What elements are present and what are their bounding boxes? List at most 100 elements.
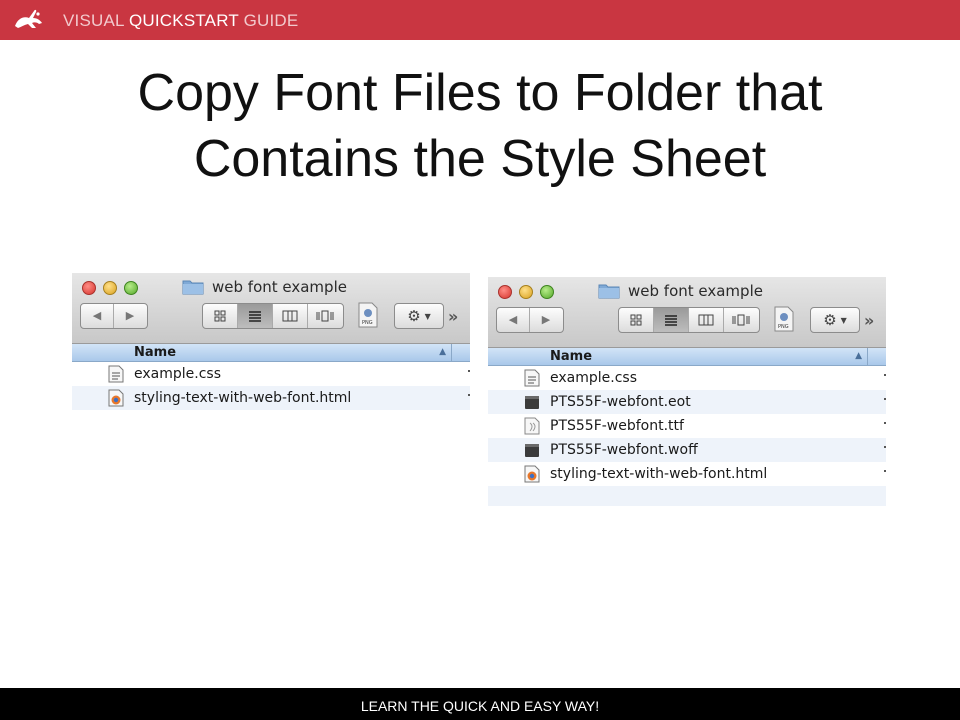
row-marker [884,422,886,424]
ttf-file-icon [524,417,540,435]
icon-view-button[interactable] [203,304,238,328]
icon-view-button[interactable] [619,308,654,332]
column-divider [451,344,452,361]
file-name: PTS55F-webfont.woff [550,442,698,458]
brand-word-guide: GUIDE [243,11,299,30]
view-mode-buttons [618,307,760,333]
column-view-icon [282,310,298,322]
forward-arrow-icon: ▶ [541,313,551,326]
file-list: example.css PTS55F-webfont.eot PTS55F-we… [488,366,886,506]
dropdown-arrow-icon: ▼ [424,311,431,321]
css-file-icon [108,365,124,383]
window-title: web font example [598,281,763,301]
action-menu-button[interactable]: ⚙ ▼ [810,307,860,333]
list-view-icon [665,315,677,326]
rabbit-logo-icon [15,9,42,28]
brand-name: VISUAL QUICKSTART GUIDE [63,11,298,31]
finder-window-before: web font example ◀ ▶ PNG ⚙ ▼ » Name ▲ ex… [72,273,470,431]
folder-icon [182,280,204,295]
row-marker [468,370,470,372]
font-file-icon [525,396,539,409]
view-mode-buttons [202,303,344,329]
cover-flow-icon [732,314,750,326]
slide-title: Copy Font Files to Folder that Contains … [0,60,960,192]
back-forward-buttons: ◀ ▶ [496,307,564,333]
list-view-icon [249,311,261,322]
row-marker [884,398,886,400]
minimize-window-button[interactable] [519,285,533,299]
window-title: web font example [182,277,347,297]
close-window-button[interactable] [82,281,96,295]
column-header-label: Name [550,349,593,364]
toolbar-overflow-icon[interactable]: » [448,307,458,326]
file-name: PTS55F-webfont.ttf [550,418,684,434]
file-row[interactable]: styling-text-with-web-font.html [72,386,470,410]
file-row[interactable]: styling-text-with-web-font.html [488,462,886,486]
row-marker [884,446,886,448]
window-toolbar: web font example ◀ ▶ PNG ⚙ ▼ » [488,277,886,348]
zoom-window-button[interactable] [540,285,554,299]
row-marker [884,374,886,376]
file-name: example.css [550,370,637,386]
css-file-icon [524,369,540,387]
minimize-window-button[interactable] [103,281,117,295]
toolbar-overflow-icon[interactable]: » [864,311,874,330]
window-title-text: web font example [212,278,347,296]
file-row[interactable]: PTS55F-webfont.woff [488,438,886,462]
cover-flow-icon [316,310,334,322]
column-header-label: Name [134,345,177,360]
file-row[interactable]: example.css [488,366,886,390]
icon-view-icon [214,310,226,322]
file-name: styling-text-with-web-font.html [134,390,352,406]
row-marker [884,470,886,472]
name-column-header[interactable]: Name ▲ [488,348,886,366]
file-name: example.css [134,366,221,382]
gear-icon: ⚙ [407,307,421,325]
file-row[interactable]: example.css [72,362,470,386]
column-view-button[interactable] [689,308,724,332]
list-view-button[interactable] [654,308,689,332]
column-view-icon [698,314,714,326]
forward-button[interactable]: ▶ [530,308,562,332]
brand-word-quickstart: QUICKSTART [128,11,239,30]
footer-bar: LEARN THE QUICK AND EASY WAY! [0,688,960,720]
file-name: styling-text-with-web-font.html [550,466,768,482]
action-menu-button[interactable]: ⚙ ▼ [394,303,444,329]
svg-text:PNG: PNG [362,320,373,326]
top-banner: VISUAL QUICKSTART GUIDE [0,0,960,40]
forward-button[interactable]: ▶ [114,304,146,328]
list-view-button[interactable] [238,304,273,328]
back-arrow-icon: ◀ [92,309,102,322]
file-row[interactable]: PTS55F-webfont.ttf [488,414,886,438]
window-toolbar: web font example ◀ ▶ PNG ⚙ ▼ » [72,273,470,344]
png-file-icon[interactable]: PNG [358,302,378,328]
back-button[interactable]: ◀ [81,304,114,328]
row-marker [468,394,470,396]
finder-window-after: web font example ◀ ▶ PNG ⚙ ▼ » Name ▲ ex… [488,277,886,506]
cover-flow-button[interactable] [724,308,758,332]
file-row[interactable]: PTS55F-webfont.eot [488,390,886,414]
file-name: PTS55F-webfont.eot [550,394,691,410]
zoom-window-button[interactable] [124,281,138,295]
back-arrow-icon: ◀ [508,313,518,326]
empty-row [488,486,886,506]
html-file-icon [108,389,124,407]
dropdown-arrow-icon: ▼ [840,315,847,325]
gear-icon: ⚙ [823,311,837,329]
window-title-text: web font example [628,282,763,300]
cover-flow-button[interactable] [308,304,342,328]
brand-word-visual: VISUAL [63,11,125,30]
folder-icon [598,284,620,299]
png-file-icon[interactable]: PNG [774,306,794,332]
sort-ascending-icon: ▲ [439,347,446,357]
font-file-icon [525,444,539,457]
name-column-header[interactable]: Name ▲ [72,344,470,362]
back-button[interactable]: ◀ [497,308,530,332]
column-divider [867,348,868,365]
sort-ascending-icon: ▲ [855,351,862,361]
column-view-button[interactable] [273,304,308,328]
close-window-button[interactable] [498,285,512,299]
html-file-icon [524,465,540,483]
footer-tagline: LEARN THE QUICK AND EASY WAY! [360,698,600,714]
svg-text:PNG: PNG [778,324,789,330]
